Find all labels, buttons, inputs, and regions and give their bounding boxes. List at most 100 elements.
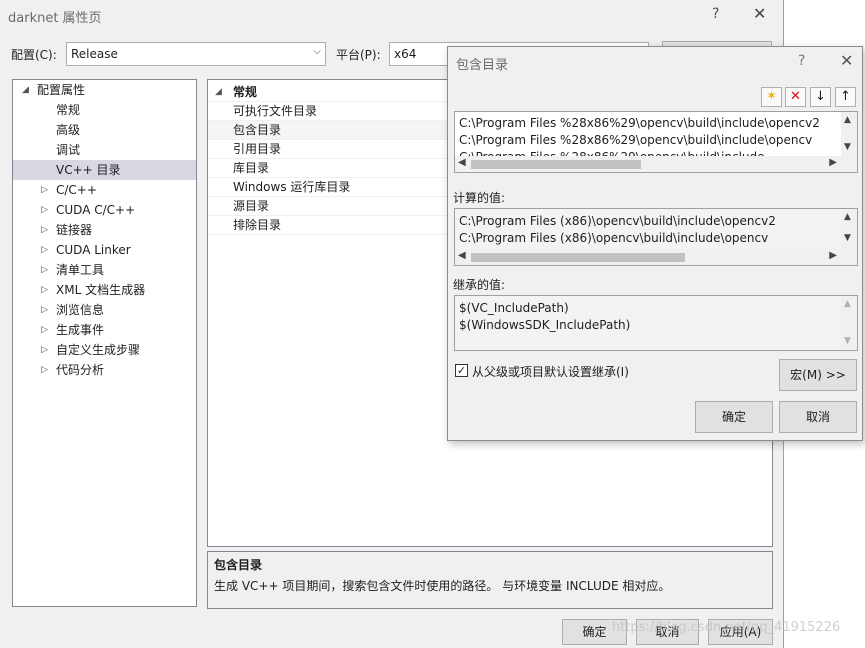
expand-icon[interactable]: ▷ xyxy=(41,360,48,380)
inherit-checkbox[interactable]: ✓ xyxy=(455,364,468,377)
expand-icon[interactable]: ▷ xyxy=(41,240,48,260)
tree-item[interactable]: ▷ 链接器 xyxy=(13,220,196,240)
include-path-line[interactable]: C:\Program Files %28x86%29\opencv\build\… xyxy=(459,115,820,131)
description-title: 包含目录 xyxy=(214,558,263,572)
scroll-left-icon[interactable]: ◀ xyxy=(458,250,466,261)
config-label: 配置(C): xyxy=(11,48,57,62)
grid-row[interactable]: 包含目录 xyxy=(208,121,448,140)
include-directories-dialog: 包含目录 ? ✕ ✶ ✕ ↓ ↑ C:\Program Files %28x86… xyxy=(447,46,863,441)
main-titlebar: darknet 属性页 ? ✕ xyxy=(0,0,783,30)
vertical-scrollbar[interactable]: ▲ ▼ xyxy=(841,112,857,156)
tree-item[interactable]: 常规 xyxy=(13,100,196,120)
inherited-value-line: $(WindowsSDK_IncludePath) xyxy=(459,318,631,332)
tree-item-label: 清单工具 xyxy=(56,263,105,277)
macros-button[interactable]: 宏(M) >> xyxy=(779,359,857,391)
tree-item-label: VC++ 目录 xyxy=(56,163,121,177)
tree-item[interactable]: ▷ 代码分析 xyxy=(13,360,196,380)
grid-row[interactable]: 可执行文件目录 xyxy=(208,102,448,121)
description-text: 生成 VC++ 项目期间，搜索包含文件时使用的路径。 与环境变量 INCLUDE… xyxy=(214,579,671,593)
tree-item-label: CUDA Linker xyxy=(56,243,131,257)
new-line-icon[interactable]: ✶ xyxy=(761,87,782,107)
computed-value-line: C:\Program Files (x86)\opencv\build\incl… xyxy=(459,214,776,228)
scroll-up-icon[interactable]: ▲ xyxy=(844,212,851,222)
grid-row[interactable]: 排除目录 xyxy=(208,216,448,235)
help-icon[interactable]: ? xyxy=(712,6,719,22)
scroll-corner xyxy=(841,156,857,172)
horizontal-scrollbar[interactable]: ◀ ▶ xyxy=(455,156,841,172)
chevron-down-icon: ⌵ xyxy=(313,46,321,57)
collapse-icon[interactable]: ◢ xyxy=(22,80,29,100)
delete-icon[interactable]: ✕ xyxy=(785,87,806,107)
tree-item-label: CUDA C/C++ xyxy=(56,203,136,217)
scroll-right-icon[interactable]: ▶ xyxy=(829,250,837,261)
grid-category-general[interactable]: ◢ 常规 xyxy=(208,83,448,102)
description-panel: 包含目录 生成 VC++ 项目期间，搜索包含文件时使用的路径。 与环境变量 IN… xyxy=(207,551,773,609)
close-icon[interactable]: ✕ xyxy=(753,4,766,23)
expand-icon[interactable]: ▷ xyxy=(41,260,48,280)
scroll-thumb[interactable] xyxy=(471,160,641,169)
config-dropdown[interactable]: Release ⌵ xyxy=(66,42,326,66)
tree-item[interactable]: ▷ XML 文档生成器 xyxy=(13,280,196,300)
scroll-up-icon[interactable]: ▲ xyxy=(844,299,851,309)
tree-item[interactable]: ▷ 清单工具 xyxy=(13,260,196,280)
computed-values-label: 计算的值: xyxy=(453,191,506,205)
grid-row[interactable]: Windows 运行库目录 xyxy=(208,178,448,197)
expand-icon[interactable]: ▷ xyxy=(41,200,48,220)
tree-item[interactable]: ◢ 配置属性 xyxy=(13,80,196,100)
platform-value: x64 xyxy=(394,47,417,61)
platform-label: 平台(P): xyxy=(336,48,381,62)
tree-item-label: 高级 xyxy=(56,123,81,137)
scroll-down-icon[interactable]: ▼ xyxy=(844,336,851,346)
tree-item-label: 浏览信息 xyxy=(56,303,105,317)
tree-item[interactable]: ▷ C/C++ xyxy=(13,180,196,200)
tree-item[interactable]: ▷ 生成事件 xyxy=(13,320,196,340)
scroll-thumb[interactable] xyxy=(471,253,685,262)
expand-icon[interactable]: ▷ xyxy=(41,340,48,360)
expand-icon[interactable]: ▷ xyxy=(41,180,48,200)
property-tree: ◢ 配置属性 常规 高级 调试 VC++ 目录 ▷ C/C++ ▷ CUDA C/C++ ▷ 链接器 ▷… xyxy=(12,79,197,607)
tree-item-label: C/C++ xyxy=(56,183,97,197)
scroll-up-icon[interactable]: ▲ xyxy=(844,115,851,125)
tree-item[interactable]: 高级 xyxy=(13,120,196,140)
include-path-line[interactable]: C:\Program Files %28x86%29\opencv\build\… xyxy=(459,132,812,148)
scroll-right-icon[interactable]: ▶ xyxy=(829,157,837,168)
watermark: https://blog.csdn.net/qq_41915226 xyxy=(612,620,841,635)
collapse-icon[interactable]: ◢ xyxy=(215,83,222,102)
expand-icon[interactable]: ▷ xyxy=(41,220,48,240)
include-paths-editor[interactable]: C:\Program Files %28x86%29\opencv\build\… xyxy=(454,111,858,173)
grid-row[interactable]: 库目录 xyxy=(208,159,448,178)
expand-icon[interactable]: ▷ xyxy=(41,320,48,340)
vertical-scrollbar[interactable]: ▲ ▼ xyxy=(841,209,857,249)
tree-item[interactable]: ▷ CUDA Linker xyxy=(13,240,196,260)
computed-value-line: C:\Program Files (x86)\opencv\build\incl… xyxy=(459,231,769,245)
dialog-cancel-button[interactable]: 取消 xyxy=(779,401,857,433)
tree-item-label: 常规 xyxy=(56,103,81,117)
tree-item-label: 配置属性 xyxy=(37,83,86,97)
tree-item-label: 链接器 xyxy=(56,223,93,237)
horizontal-scrollbar[interactable]: ◀ ▶ xyxy=(455,249,841,265)
tree-item[interactable]: 调试 xyxy=(13,140,196,160)
dialog-help-icon[interactable]: ? xyxy=(798,53,805,69)
dialog-ok-button[interactable]: 确定 xyxy=(695,401,773,433)
scroll-down-icon[interactable]: ▼ xyxy=(844,233,851,243)
computed-values-list: C:\Program Files (x86)\opencv\build\incl… xyxy=(454,208,858,266)
dialog-close-icon[interactable]: ✕ xyxy=(840,51,853,70)
grid-row[interactable]: 源目录 xyxy=(208,197,448,216)
vertical-scrollbar[interactable]: ▲ ▼ xyxy=(841,296,857,350)
inherited-values-list: $(VC_IncludePath) $(WindowsSDK_IncludePa… xyxy=(454,295,858,351)
expand-icon[interactable]: ▷ xyxy=(41,300,48,320)
tree-item[interactable]: ▷ CUDA C/C++ xyxy=(13,200,196,220)
grid-row[interactable]: 引用目录 xyxy=(208,140,448,159)
move-down-icon[interactable]: ↓ xyxy=(810,87,831,107)
tree-item-label: 生成事件 xyxy=(56,323,105,337)
tree-item[interactable]: VC++ 目录 xyxy=(13,160,196,180)
grid-category-label: 常规 xyxy=(233,85,258,99)
tree-item-label: 代码分析 xyxy=(56,363,105,377)
inherit-checkbox-label[interactable]: 从父级或项目默认设置继承(I) xyxy=(472,363,629,380)
scroll-down-icon[interactable]: ▼ xyxy=(844,142,851,152)
tree-item[interactable]: ▷ 自定义生成步骤 xyxy=(13,340,196,360)
tree-item[interactable]: ▷ 浏览信息 xyxy=(13,300,196,320)
scroll-left-icon[interactable]: ◀ xyxy=(458,157,466,168)
move-up-icon[interactable]: ↑ xyxy=(835,87,856,107)
expand-icon[interactable]: ▷ xyxy=(41,280,48,300)
